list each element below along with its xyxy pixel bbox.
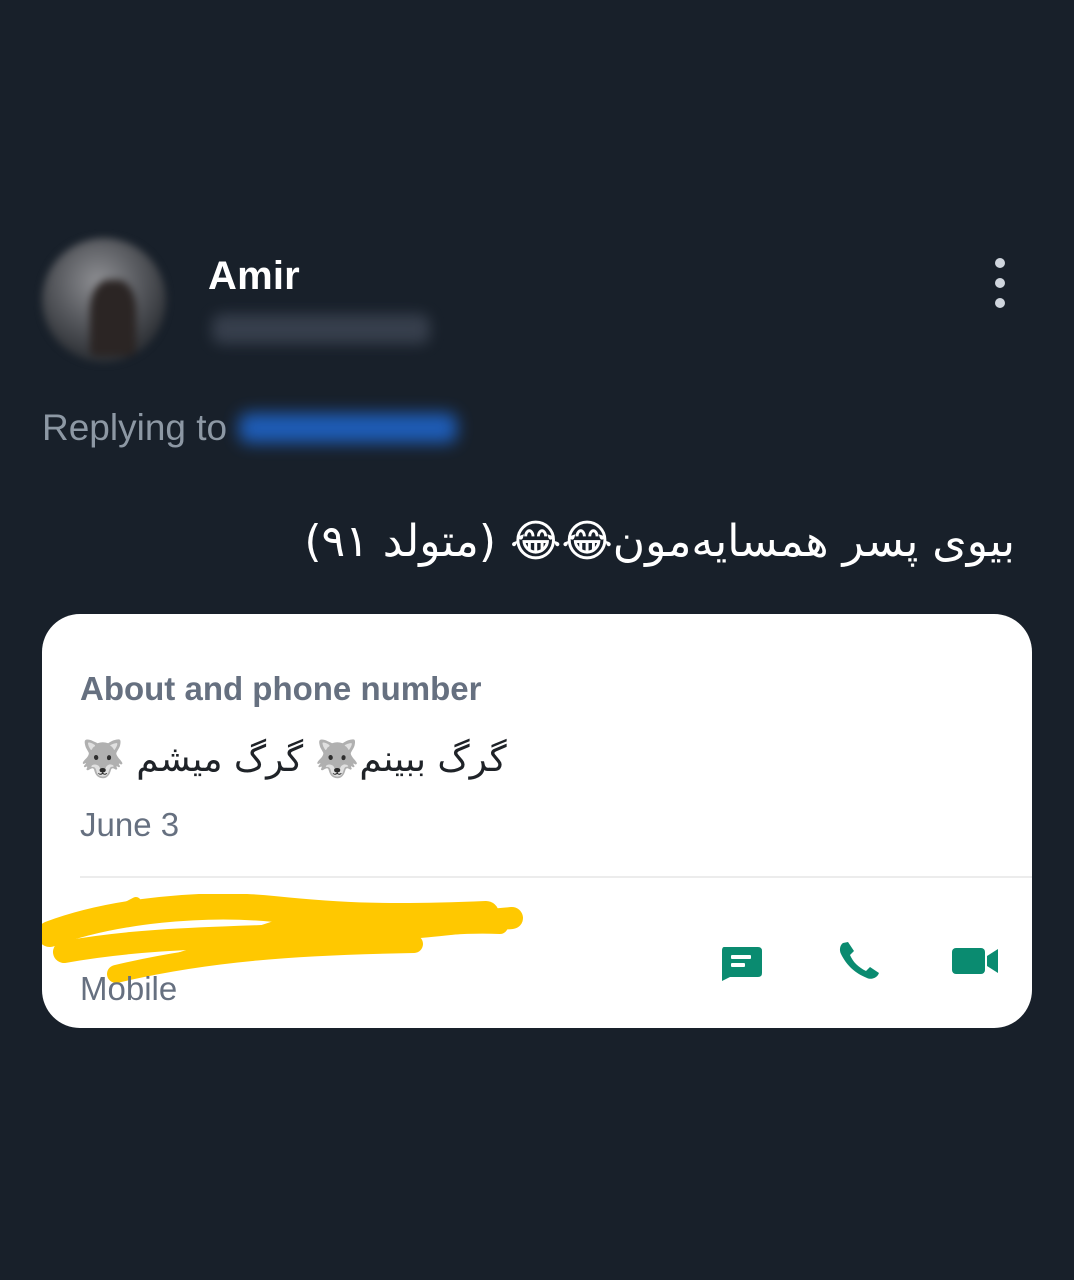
video-call-button[interactable] bbox=[950, 940, 1000, 982]
video-icon bbox=[952, 948, 998, 974]
more-dot-icon bbox=[995, 298, 1005, 308]
message-button[interactable] bbox=[716, 940, 766, 982]
phone-type: Mobile bbox=[80, 970, 178, 1007]
call-button[interactable] bbox=[833, 940, 883, 982]
redacted-handle bbox=[212, 314, 430, 344]
card-title: About and phone number bbox=[80, 670, 482, 707]
avatar[interactable] bbox=[42, 238, 166, 362]
author-name[interactable]: Amir bbox=[208, 254, 300, 299]
replying-label: Replying to bbox=[42, 407, 228, 448]
more-dot-icon bbox=[995, 258, 1005, 268]
contact-card: About and phone number گرگ ببینم🐺 گرگ می… bbox=[42, 614, 1032, 1028]
more-options-button[interactable] bbox=[986, 258, 1014, 308]
about-date: June 3 bbox=[80, 806, 180, 843]
more-dot-icon bbox=[995, 278, 1005, 288]
redacted-reply-handle[interactable] bbox=[239, 413, 458, 443]
phone-icon bbox=[839, 942, 879, 979]
replying-to-row: Replying to bbox=[42, 406, 458, 450]
post-text: بیوی پسر همسایه‌مون😂😂 (متولد ۹۱) bbox=[304, 516, 1015, 567]
divider bbox=[80, 876, 1032, 878]
about-text: گرگ ببینم🐺 گرگ میشم 🐺 bbox=[80, 739, 507, 780]
message-icon bbox=[722, 947, 762, 981]
